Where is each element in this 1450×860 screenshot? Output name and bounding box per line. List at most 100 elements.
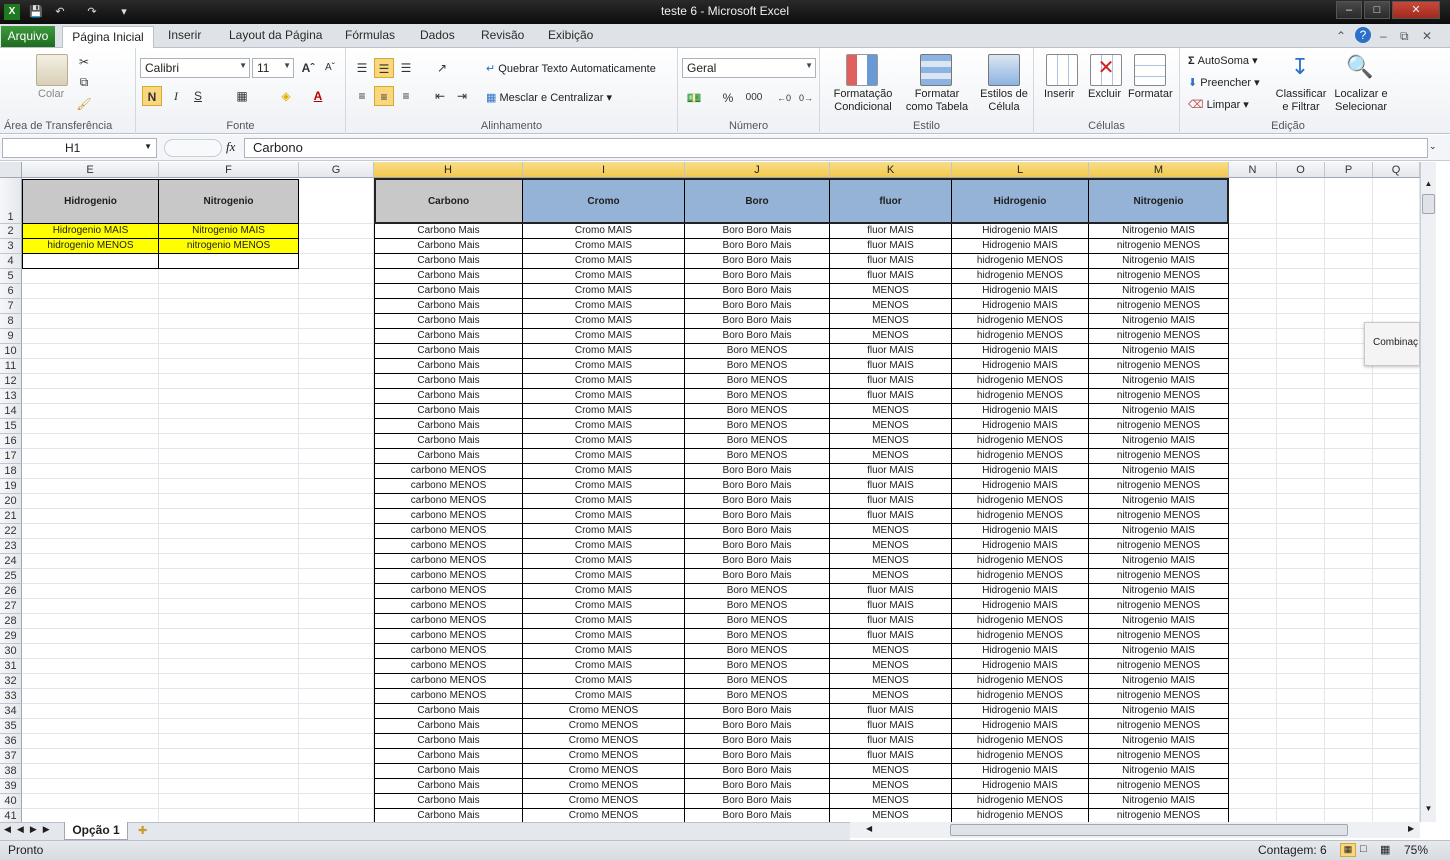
row-header-23[interactable]: 23: [0, 539, 22, 554]
main-table-cell[interactable]: hidrogenio MENOS: [952, 389, 1089, 404]
format-table-button[interactable]: Formatar como Tabela: [902, 88, 972, 114]
cell-o39[interactable]: [1277, 779, 1325, 794]
main-table-cell[interactable]: fluor MAIS: [830, 704, 952, 719]
row-header-1[interactable]: 1: [0, 178, 22, 224]
cell-p39[interactable]: [1325, 779, 1373, 794]
cell-n36[interactable]: [1229, 734, 1277, 749]
main-table-cell[interactable]: Cromo MAIS: [523, 389, 685, 404]
main-table-cell[interactable]: MENOS: [830, 644, 952, 659]
cell-q1[interactable]: [1373, 178, 1420, 224]
cell-g40[interactable]: [299, 794, 374, 809]
left-table-cell[interactable]: Nitrogenio MAIS: [159, 224, 299, 239]
increase-indent-icon[interactable]: ⇥: [452, 86, 472, 106]
main-table-cell[interactable]: carbono MENOS: [374, 659, 523, 674]
cell-g13[interactable]: [299, 389, 374, 404]
cell-f20[interactable]: [159, 494, 299, 509]
cell-o12[interactable]: [1277, 374, 1325, 389]
cell-q33[interactable]: [1373, 689, 1420, 704]
cell-n34[interactable]: [1229, 704, 1277, 719]
main-table-cell[interactable]: Boro Boro Mais: [685, 254, 830, 269]
cell-q27[interactable]: [1373, 599, 1420, 614]
main-table-cell[interactable]: Boro MENOS: [685, 599, 830, 614]
cell-g10[interactable]: [299, 344, 374, 359]
main-table-cell[interactable]: Boro Boro Mais: [685, 734, 830, 749]
cell-n18[interactable]: [1229, 464, 1277, 479]
cell-q36[interactable]: [1373, 734, 1420, 749]
cell-e35[interactable]: [22, 719, 159, 734]
find-select-button[interactable]: Localizar e Selecionar: [1330, 88, 1392, 114]
borders-icon[interactable]: ▦: [232, 86, 252, 106]
main-table-cell[interactable]: fluor MAIS: [830, 464, 952, 479]
cell-n27[interactable]: [1229, 599, 1277, 614]
cell-o34[interactable]: [1277, 704, 1325, 719]
split-box[interactable]: [1420, 162, 1436, 178]
main-table-cell[interactable]: hidrogenio MENOS: [952, 329, 1089, 344]
main-table-cell[interactable]: nitrogenio MENOS: [1089, 719, 1229, 734]
cell-g38[interactable]: [299, 764, 374, 779]
cell-o20[interactable]: [1277, 494, 1325, 509]
cell-p33[interactable]: [1325, 689, 1373, 704]
main-table-cell[interactable]: Carbono Mais: [374, 704, 523, 719]
main-table-cell[interactable]: Cromo MAIS: [523, 674, 685, 689]
cell-e36[interactable]: [22, 734, 159, 749]
cell-o30[interactable]: [1277, 644, 1325, 659]
main-table-cell[interactable]: nitrogenio MENOS: [1089, 539, 1229, 554]
paste-icon[interactable]: [36, 54, 68, 86]
cell-n14[interactable]: [1229, 404, 1277, 419]
row-header-13[interactable]: 13: [0, 389, 22, 404]
cell-g29[interactable]: [299, 629, 374, 644]
main-table-cell[interactable]: nitrogenio MENOS: [1089, 689, 1229, 704]
row-header-30[interactable]: 30: [0, 644, 22, 659]
main-table-cell[interactable]: Carbono Mais: [374, 329, 523, 344]
cell-q25[interactable]: [1373, 569, 1420, 584]
cell-e22[interactable]: [22, 524, 159, 539]
main-table-cell[interactable]: Nitrogenio MAIS: [1089, 614, 1229, 629]
main-table-cell[interactable]: Carbono Mais: [374, 419, 523, 434]
main-table-cell[interactable]: MENOS: [830, 674, 952, 689]
align-bottom-icon[interactable]: ☰: [396, 58, 416, 78]
cell-e11[interactable]: [22, 359, 159, 374]
cell-p6[interactable]: [1325, 284, 1373, 299]
main-table-cell[interactable]: hidrogenio MENOS: [952, 734, 1089, 749]
column-header-g[interactable]: G: [299, 162, 374, 178]
cell-g36[interactable]: [299, 734, 374, 749]
row-header-39[interactable]: 39: [0, 779, 22, 794]
cell-f36[interactable]: [159, 734, 299, 749]
main-table-cell[interactable]: hidrogenio MENOS: [952, 374, 1089, 389]
main-table-cell[interactable]: Carbono Mais: [374, 284, 523, 299]
cell-n10[interactable]: [1229, 344, 1277, 359]
name-box-dropdown-icon[interactable]: ▼: [144, 142, 152, 151]
main-table-cell[interactable]: Hidrogenio MAIS: [952, 764, 1089, 779]
number-format-select[interactable]: Geral ▼: [682, 58, 816, 78]
main-table-cell[interactable]: Boro Boro Mais: [685, 284, 830, 299]
main-table-cell[interactable]: Cromo MENOS: [523, 764, 685, 779]
main-table-cell[interactable]: MENOS: [830, 434, 952, 449]
main-table-cell[interactable]: Nitrogenio MAIS: [1089, 764, 1229, 779]
main-table-cell[interactable]: Nitrogenio MAIS: [1089, 344, 1229, 359]
main-table-cell[interactable]: hidrogenio MENOS: [952, 434, 1089, 449]
cell-o36[interactable]: [1277, 734, 1325, 749]
main-table-cell[interactable]: Hidrogenio MAIS: [952, 779, 1089, 794]
main-table-cell[interactable]: Cromo MAIS: [523, 344, 685, 359]
cell-e39[interactable]: [22, 779, 159, 794]
cell-q38[interactable]: [1373, 764, 1420, 779]
main-table-cell[interactable]: nitrogenio MENOS: [1089, 389, 1229, 404]
main-table-cell[interactable]: Carbono Mais: [374, 359, 523, 374]
cell-f30[interactable]: [159, 644, 299, 659]
cell-g3[interactable]: [299, 239, 374, 254]
main-table-cell[interactable]: Nitrogenio MAIS: [1089, 404, 1229, 419]
row-header-33[interactable]: 33: [0, 689, 22, 704]
font-color-icon[interactable]: A: [308, 86, 328, 106]
decrease-decimal-icon[interactable]: 0→: [796, 88, 816, 108]
cell-o6[interactable]: [1277, 284, 1325, 299]
main-table-cell[interactable]: Boro Boro Mais: [685, 704, 830, 719]
formula-divider[interactable]: [164, 139, 222, 157]
scroll-left-icon[interactable]: ◀: [866, 824, 872, 833]
cell-n40[interactable]: [1229, 794, 1277, 809]
cell-o5[interactable]: [1277, 269, 1325, 284]
cell-p1[interactable]: [1325, 178, 1373, 224]
cell-n30[interactable]: [1229, 644, 1277, 659]
cell-p4[interactable]: [1325, 254, 1373, 269]
main-table-cell[interactable]: Carbono Mais: [374, 374, 523, 389]
main-table-cell[interactable]: fluor MAIS: [830, 734, 952, 749]
